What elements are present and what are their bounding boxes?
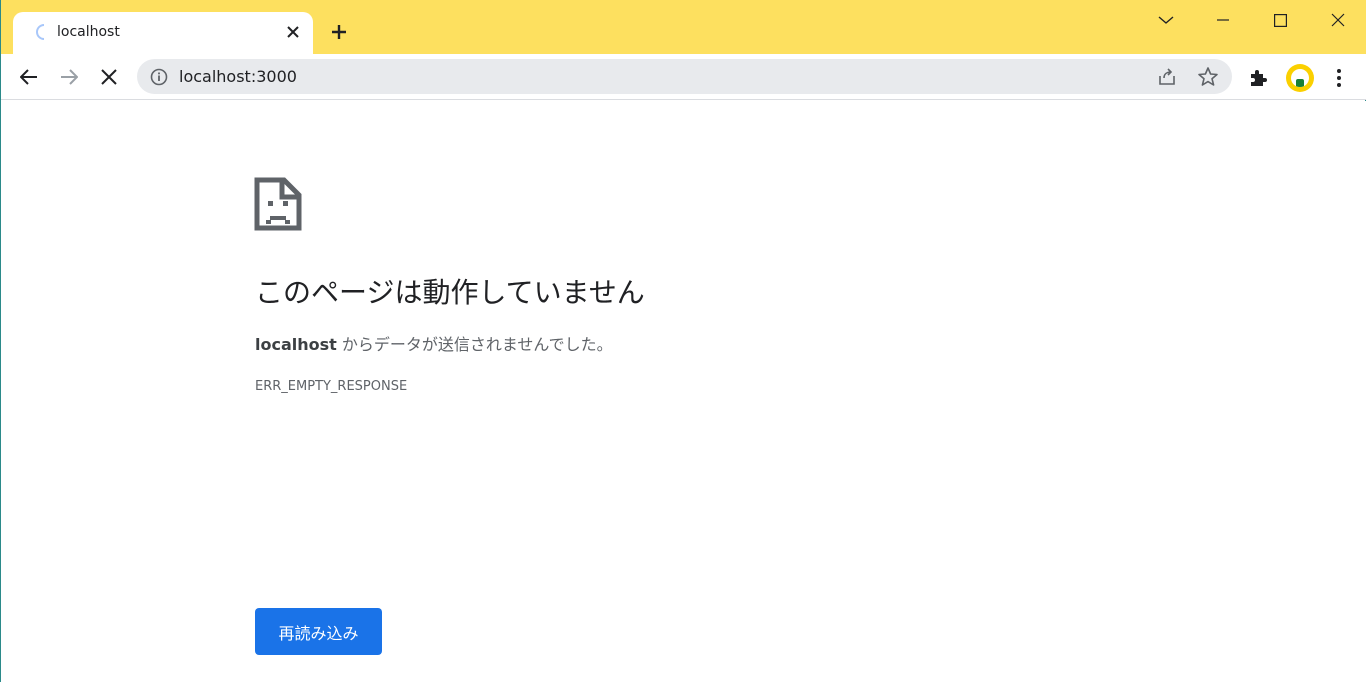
reload-button[interactable]: 再読み込み (255, 608, 382, 655)
address-bar[interactable]: localhost:3000 (137, 59, 1232, 94)
profile-avatar[interactable] (1286, 64, 1314, 92)
tab-localhost[interactable]: localhost (13, 12, 313, 54)
browser-window: localhost localhost:3000 このページは動作していません … (0, 0, 1366, 682)
error-heading: このページは動作していません (255, 276, 645, 309)
share-icon[interactable] (1156, 66, 1178, 88)
window-close-icon[interactable] (1315, 0, 1361, 40)
tab-search-chevron-down-icon[interactable] (1143, 0, 1189, 40)
error-code: ERR_EMPTY_RESPONSE (255, 379, 408, 394)
info-icon[interactable] (149, 67, 169, 87)
error-host: localhost (255, 335, 337, 354)
error-summary: localhost からデータが送信されませんでした。 (255, 331, 613, 355)
loading-spinner-icon (36, 24, 45, 40)
tab-title: localhost (57, 24, 120, 40)
error-summary-text: からデータが送信されませんでした。 (336, 335, 613, 354)
sad-page-icon (254, 177, 302, 231)
tab-close-icon[interactable] (281, 20, 305, 44)
kebab-menu-icon[interactable] (1327, 66, 1351, 90)
stop-close-icon[interactable] (93, 61, 125, 93)
forward-arrow-right-icon[interactable] (53, 61, 85, 93)
back-arrow-left-icon[interactable] (13, 61, 45, 93)
minimize-icon[interactable] (1200, 0, 1246, 40)
tab-strip: localhost (1, 0, 1366, 54)
error-page: このページは動作していません localhost からデータが送信されませんでし… (1, 101, 1366, 682)
bookmark-star-icon[interactable] (1197, 66, 1219, 88)
maximize-icon[interactable] (1257, 0, 1303, 40)
new-tab-plus-icon[interactable] (325, 18, 353, 46)
toolbar: localhost:3000 (1, 54, 1366, 100)
url-text[interactable]: localhost:3000 (179, 67, 297, 86)
extensions-puzzle-icon[interactable] (1247, 66, 1271, 90)
